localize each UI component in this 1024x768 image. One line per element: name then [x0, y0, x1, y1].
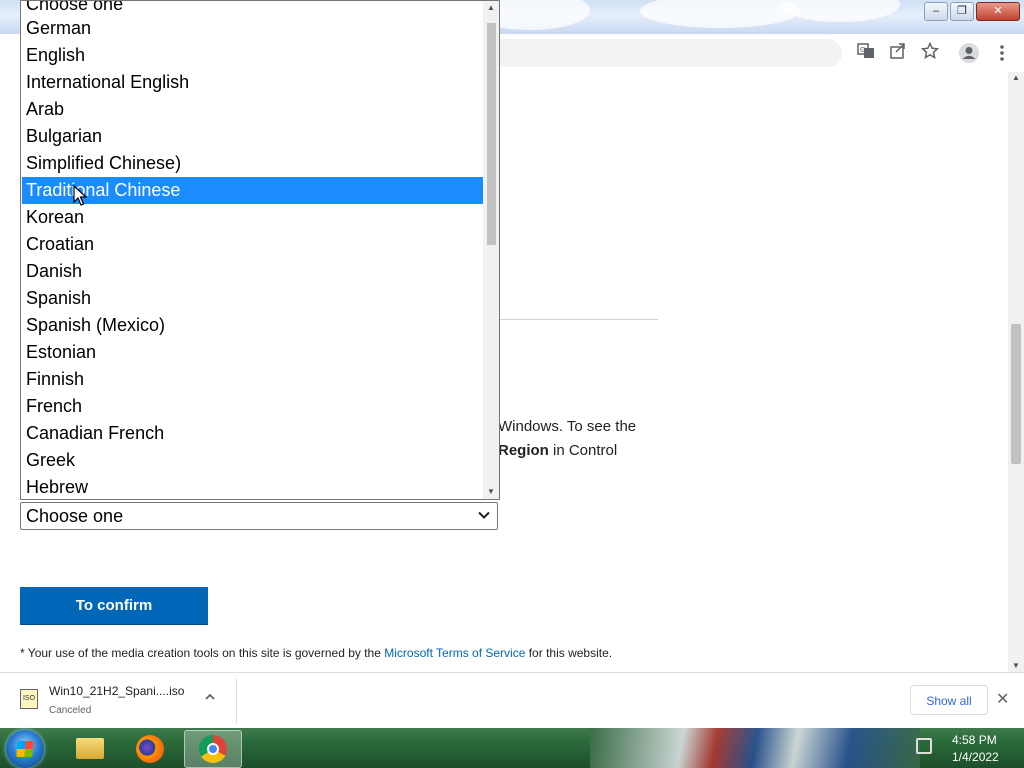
taskbar-explorer-button[interactable]: [60, 730, 116, 766]
region-text-line-2: Region in Control: [498, 439, 658, 463]
clock-date[interactable]: 1/4/2022: [952, 750, 999, 764]
dropdown-option[interactable]: Spanish (Mexico): [22, 312, 483, 339]
dropdown-scrollbar[interactable]: ▲ ▼: [483, 1, 499, 499]
dropdown-option[interactable]: Simplified Chinese): [22, 150, 483, 177]
windows-taskbar: 4:58 PM 1/4/2022: [0, 728, 1024, 768]
taskbar-chrome-button[interactable]: [184, 730, 242, 768]
region-text-rest: in Control: [548, 442, 618, 459]
menu-icon[interactable]: [991, 42, 1013, 64]
bookmark-star-icon[interactable]: [919, 41, 941, 64]
restore-button[interactable]: ❐: [950, 2, 974, 21]
dropdown-option[interactable]: Spanish: [22, 285, 483, 312]
dropdown-scroll-up-icon[interactable]: ▲: [483, 1, 499, 15]
dropdown-option[interactable]: Hebrew: [22, 474, 483, 499]
clock-time[interactable]: 4:58 PM: [952, 733, 997, 747]
taskbar-firefox-button[interactable]: [122, 730, 178, 766]
iso-file-icon: ISO: [20, 689, 38, 709]
region-bold: Region: [498, 442, 549, 459]
close-download-bar-icon[interactable]: ✕: [996, 689, 1009, 709]
terms-of-service-link[interactable]: Microsoft Terms of Service: [384, 646, 525, 660]
wallpaper-cloud: [780, 0, 900, 22]
section-divider: [498, 319, 658, 320]
dropdown-option[interactable]: Croatian: [22, 231, 483, 258]
chrome-icon: [199, 735, 227, 763]
firefox-icon: [136, 735, 164, 763]
scroll-up-arrow-icon[interactable]: ▲: [1008, 72, 1024, 84]
download-bar: ISO Win10_21H2_Spani....iso Canceled Sho…: [0, 672, 1024, 729]
dropdown-option[interactable]: Arab: [22, 96, 483, 123]
dropdown-option[interactable]: German: [22, 15, 483, 42]
language-select[interactable]: Choose one: [20, 502, 498, 530]
dropdown-option[interactable]: English: [22, 42, 483, 69]
start-button[interactable]: [6, 730, 44, 768]
dropdown-option[interactable]: International English: [22, 69, 483, 96]
system-tray: 4:58 PM 1/4/2022: [910, 728, 1024, 768]
chevron-down-icon: [477, 508, 491, 522]
minimize-button[interactable]: –: [924, 2, 948, 21]
share-icon[interactable]: [887, 42, 909, 64]
region-instructions: Windows. To see the Region in Control: [498, 415, 658, 463]
chevron-up-icon[interactable]: [204, 691, 216, 706]
language-dropdown-list[interactable]: Choose one German English International …: [20, 0, 500, 500]
language-select-value: Choose one: [26, 506, 124, 526]
windows-logo-icon: [16, 741, 34, 757]
dropdown-scrollbar-thumb[interactable]: [487, 23, 496, 245]
download-file-name: Win10_21H2_Spani....iso: [49, 684, 185, 698]
close-window-button[interactable]: ✕: [976, 2, 1020, 21]
dropdown-option[interactable]: Finnish: [22, 366, 483, 393]
dropdown-option[interactable]: Bulgarian: [22, 123, 483, 150]
translate-icon[interactable]: G: [855, 42, 877, 64]
profile-icon[interactable]: [958, 42, 980, 64]
dropdown-option[interactable]: French: [22, 393, 483, 420]
scroll-down-arrow-icon[interactable]: ▼: [1008, 660, 1024, 672]
dropdown-option[interactable]: Danish: [22, 258, 483, 285]
download-item[interactable]: ISO Win10_21H2_Spani....iso Canceled: [12, 679, 237, 723]
dropdown-scroll-down-icon[interactable]: ▼: [483, 485, 499, 499]
tos-suffix: for this website.: [525, 646, 613, 660]
terms-notice: * Your use of the media creation tools o…: [20, 646, 612, 660]
tos-prefix: * Your use of the media creation tools o…: [20, 646, 385, 660]
svg-text:G: G: [860, 46, 865, 54]
wallpaper-cloud: [640, 0, 800, 28]
region-text-line-1: Windows. To see the: [498, 418, 637, 435]
wallpaper-strip: [590, 728, 920, 768]
dropdown-option[interactable]: Greek: [22, 447, 483, 474]
dropdown-option-highlighted[interactable]: Traditional Chinese: [22, 177, 483, 204]
network-icon[interactable]: [916, 738, 932, 754]
page-scrollbar-thumb[interactable]: [1011, 324, 1021, 464]
dropdown-option[interactable]: Korean: [22, 204, 483, 231]
show-all-button[interactable]: Show all: [910, 685, 988, 715]
dropdown-option[interactable]: Estonian: [22, 339, 483, 366]
dropdown-option[interactable]: Canadian French: [22, 420, 483, 447]
folder-icon: [76, 738, 104, 759]
download-status: Canceled: [49, 705, 92, 716]
confirm-button[interactable]: To confirm: [20, 587, 208, 624]
page-scrollbar[interactable]: ▲ ▼: [1008, 72, 1024, 672]
